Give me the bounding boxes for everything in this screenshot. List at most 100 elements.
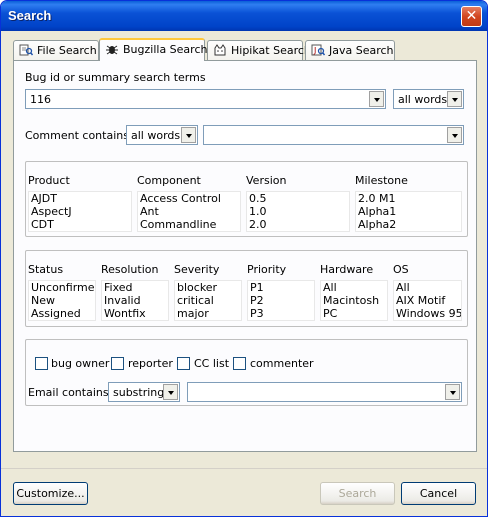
email-input[interactable] <box>187 382 462 402</box>
column-header-product: Product <box>28 174 70 187</box>
bug-icon <box>106 45 118 55</box>
list-item[interactable]: AspectJ <box>29 205 131 218</box>
bug-search-label: Bug id or summary search terms <box>25 71 206 84</box>
search-button[interactable]: Search <box>320 482 395 505</box>
list-item[interactable]: major <box>175 307 241 320</box>
list-item[interactable]: PC <box>321 307 387 320</box>
list-item[interactable]: All <box>321 281 387 294</box>
milestone-list[interactable]: 2.0 M1 Alpha1 Alpha2 <box>355 191 462 232</box>
tab-hipikat-search[interactable]: Hipikat Search <box>207 40 311 60</box>
version-list[interactable]: 0.5 1.0 2.0 <box>246 191 350 232</box>
comment-label: Comment contains: <box>25 129 133 142</box>
email-mode-value: substring <box>113 386 165 399</box>
list-item[interactable]: 1.0 <box>247 205 349 218</box>
column-header-severity: Severity <box>174 263 220 276</box>
list-item[interactable]: AIX Motif <box>394 294 461 307</box>
cc-list-label: CC list <box>194 357 230 370</box>
column-header-status: Status <box>28 263 64 276</box>
customize-button[interactable]: Customize... <box>13 482 88 505</box>
component-list[interactable]: Access Control Ant Commandline <box>137 191 241 232</box>
comment-input[interactable] <box>203 125 464 145</box>
cancel-button[interactable]: Cancel <box>401 482 476 505</box>
chevron-down-icon[interactable] <box>447 127 462 143</box>
column-header-milestone: Milestone <box>355 174 408 187</box>
bug-search-mode-select[interactable]: all words <box>393 89 464 109</box>
window-title: Search <box>8 8 52 23</box>
list-item[interactable]: Unconfirmed <box>29 281 95 294</box>
search-dialog: Search ✕ File Search Bugzilla Search Hip… <box>0 0 488 517</box>
cat-icon <box>214 44 226 56</box>
list-item[interactable]: P2 <box>248 294 314 307</box>
priority-list[interactable]: P1 P2 P3 <box>247 280 315 321</box>
list-item[interactable]: Wontfix <box>102 307 168 320</box>
list-item[interactable]: AJDT <box>29 192 131 205</box>
reporter-checkbox[interactable] <box>111 357 124 370</box>
list-item[interactable]: 2.0 <box>247 218 349 231</box>
close-button[interactable]: ✕ <box>461 6 482 27</box>
list-item[interactable]: Windows 95 <box>394 307 461 320</box>
list-item[interactable]: critical <box>175 294 241 307</box>
list-item[interactable]: P1 <box>248 281 314 294</box>
list-item[interactable]: blocker <box>175 281 241 294</box>
comment-mode-value: all words <box>131 129 181 142</box>
bug-search-value: 116 <box>30 93 51 106</box>
email-filter-group: bug owner reporter CC list commenter Ema… <box>25 339 468 406</box>
file-search-icon <box>19 44 33 56</box>
list-item[interactable]: 0.5 <box>247 192 349 205</box>
list-item[interactable]: Ant <box>138 205 240 218</box>
bug-search-mode-value: all words <box>398 93 448 106</box>
commenter-checkbox[interactable] <box>233 357 246 370</box>
list-item[interactable]: P3 <box>248 307 314 320</box>
column-header-priority: Priority <box>247 263 287 276</box>
list-item[interactable]: Alpha2 <box>356 218 461 231</box>
list-item[interactable]: 2.0 M1 <box>356 192 461 205</box>
list-item[interactable]: New <box>29 294 95 307</box>
product-list[interactable]: AJDT AspectJ CDT <box>28 191 132 232</box>
tab-file-search[interactable]: File Search <box>13 40 99 60</box>
column-header-os: OS <box>393 263 409 276</box>
hardware-list[interactable]: All Macintosh PC <box>320 280 388 321</box>
button-bar: Customize... Search Cancel <box>1 468 487 516</box>
list-item[interactable]: Alpha1 <box>356 205 461 218</box>
chevron-down-icon[interactable] <box>163 384 178 400</box>
email-label: Email contains: <box>28 386 113 399</box>
tab-label: Java Search <box>329 44 394 57</box>
status-filter-group: Status Resolution Severity Priority Hard… <box>25 250 468 327</box>
list-item[interactable]: Invalid <box>102 294 168 307</box>
title-bar: Search ✕ <box>1 1 487 31</box>
tab-bugzilla-search[interactable]: Bugzilla Search <box>99 38 208 61</box>
column-header-version: Version <box>246 174 287 187</box>
severity-list[interactable]: blocker critical major <box>174 280 242 321</box>
list-item[interactable]: Macintosh <box>321 294 387 307</box>
product-filter-group: Product Component Version Milestone AJDT… <box>25 161 468 237</box>
bug-search-input[interactable]: 116 <box>25 89 386 109</box>
tab-java-search[interactable]: J Java Search <box>305 40 395 60</box>
bug-owner-label: bug owner <box>51 357 110 370</box>
reporter-label: reporter <box>128 357 173 370</box>
list-item[interactable]: Fixed <box>102 281 168 294</box>
column-header-component: Component <box>137 174 201 187</box>
list-item[interactable]: CDT <box>29 218 131 231</box>
cc-list-checkbox[interactable] <box>177 357 190 370</box>
tab-label: Bugzilla Search <box>123 43 208 56</box>
column-header-hardware: Hardware <box>320 263 374 276</box>
list-item[interactable]: Assigned <box>29 307 95 320</box>
bugzilla-search-panel: Bug id or summary search terms 116 all w… <box>13 60 477 452</box>
list-item[interactable]: All <box>394 281 461 294</box>
list-item[interactable]: Commandline <box>138 218 240 231</box>
os-list[interactable]: All AIX Motif Windows 95 <box>393 280 462 321</box>
column-header-resolution: Resolution <box>101 263 159 276</box>
status-list[interactable]: Unconfirmed New Assigned <box>28 280 96 321</box>
chevron-down-icon[interactable] <box>445 384 460 400</box>
list-item[interactable]: Access Control <box>138 192 240 205</box>
chevron-down-icon[interactable] <box>369 91 384 107</box>
email-mode-select[interactable]: substring <box>108 382 180 402</box>
java-search-icon: J <box>311 44 325 56</box>
resolution-list[interactable]: Fixed Invalid Wontfix <box>101 280 169 321</box>
chevron-down-icon[interactable] <box>181 127 196 143</box>
comment-mode-select[interactable]: all words <box>126 125 198 145</box>
chevron-down-icon[interactable] <box>447 91 462 107</box>
tab-label: Hipikat Search <box>231 44 311 57</box>
tab-label: File Search <box>37 44 97 57</box>
bug-owner-checkbox[interactable] <box>35 357 48 370</box>
